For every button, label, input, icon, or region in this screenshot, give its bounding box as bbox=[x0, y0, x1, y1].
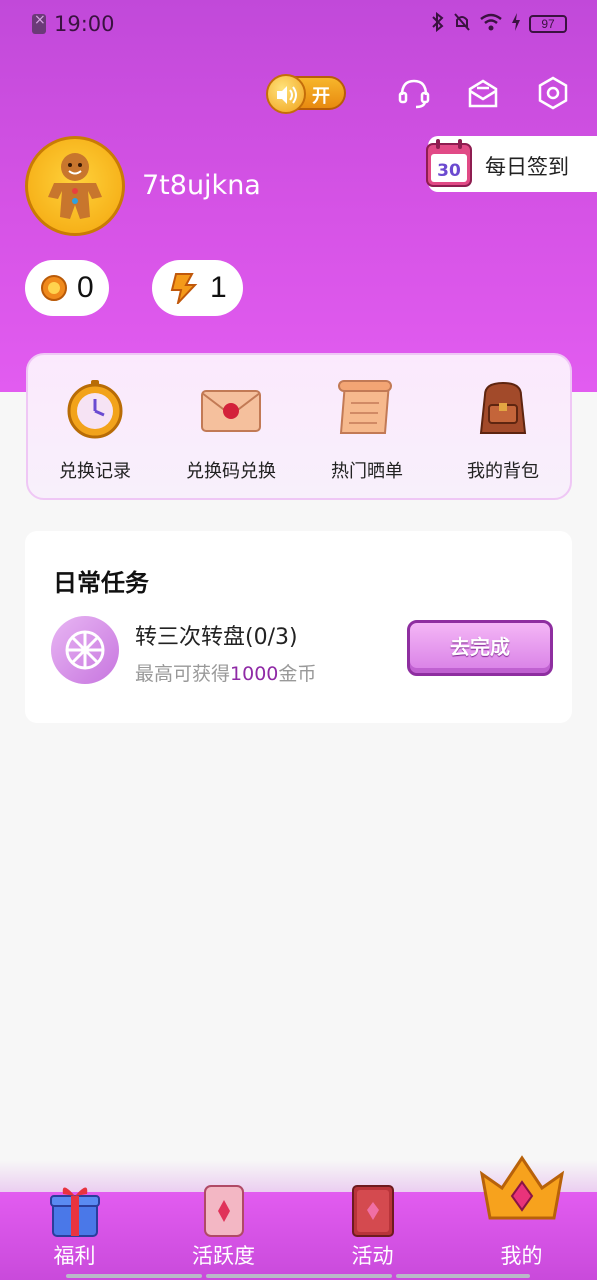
nav-label: 活动 bbox=[351, 1244, 394, 1268]
daily-signin-button[interactable]: 30 每日签到 bbox=[426, 136, 597, 192]
task-description: 最高可获得1000金币 bbox=[135, 659, 316, 686]
status-time: 19:00 bbox=[54, 12, 115, 36]
gift-icon bbox=[49, 1187, 100, 1237]
task-complete-button[interactable]: 去完成 bbox=[407, 620, 553, 676]
bluetooth-icon bbox=[431, 11, 445, 36]
sound-toggle[interactable]: 开 bbox=[266, 74, 346, 114]
nav-label: 福利 bbox=[53, 1244, 96, 1268]
settings-button[interactable] bbox=[535, 75, 571, 111]
task-desc-prefix: 最高可获得 bbox=[135, 663, 231, 685]
username: 7t8ujkna bbox=[142, 170, 261, 201]
task-name: 转三次转盘(0/3) bbox=[135, 625, 298, 650]
nav-indicator-segment bbox=[206, 1274, 392, 1278]
calendar-number: 30 bbox=[437, 161, 461, 181]
clock-icon bbox=[67, 380, 123, 439]
card-icon bbox=[203, 1185, 244, 1237]
wheel-icon bbox=[51, 616, 119, 684]
nav-item-activity-level[interactable]: 活跃度 bbox=[149, 1185, 298, 1280]
mute-icon bbox=[453, 12, 471, 36]
sound-toggle-label: 开 bbox=[312, 86, 330, 107]
coin-balance: 0 bbox=[77, 271, 94, 304]
quick-item-backpack[interactable]: 我的背包 bbox=[438, 377, 568, 483]
quick-item-label: 热门晒单 bbox=[331, 461, 403, 482]
quick-menu-card: 兑换记录 兑换码兑换 热门晒单 我的背包 bbox=[26, 353, 572, 500]
avatar[interactable] bbox=[25, 136, 125, 236]
battery-indicator: 97 bbox=[529, 15, 567, 33]
calendar-icon: 30 bbox=[426, 139, 472, 187]
daily-tasks-card: 日常任务 转三次转盘(0/3) 最高可获得1000金币 去完成 bbox=[25, 531, 572, 723]
scroll-icon bbox=[338, 380, 392, 434]
task-desc-suffix: 金币 bbox=[278, 663, 317, 685]
quick-item-hot-shares[interactable]: 热门晒单 bbox=[302, 377, 432, 483]
daily-tasks-title: 日常任务 bbox=[53, 569, 149, 597]
lightning-icon bbox=[170, 273, 198, 304]
gear-icon bbox=[538, 76, 568, 110]
status-right: 97 bbox=[431, 11, 567, 36]
book-icon bbox=[351, 1185, 394, 1237]
energy-balance: 1 bbox=[210, 271, 227, 304]
crown-icon bbox=[479, 1155, 564, 1220]
customer-service-button[interactable] bbox=[396, 75, 432, 111]
quick-item-label: 兑换码兑换 bbox=[186, 461, 276, 482]
quick-item-label: 我的背包 bbox=[467, 461, 539, 482]
charging-icon bbox=[511, 13, 521, 35]
nav-item-mine[interactable]: 我的 bbox=[447, 1155, 596, 1280]
task-reward-amount: 1000 bbox=[230, 663, 279, 685]
headset-icon bbox=[398, 79, 430, 109]
wifi-icon bbox=[479, 13, 503, 35]
daily-signin-label: 每日签到 bbox=[485, 155, 569, 179]
nav-label: 我的 bbox=[500, 1244, 543, 1268]
coin-balance-pill[interactable]: 0 bbox=[25, 260, 109, 316]
coin-icon bbox=[41, 275, 67, 301]
backpack-icon bbox=[479, 381, 527, 434]
nav-label: 活跃度 bbox=[192, 1244, 255, 1268]
status-left: 19:00 bbox=[32, 12, 115, 36]
mail-icon bbox=[468, 79, 498, 108]
energy-balance-pill[interactable]: 1 bbox=[152, 260, 243, 316]
quick-item-exchange-record[interactable]: 兑换记录 bbox=[30, 377, 160, 483]
no-sim-icon bbox=[32, 12, 46, 34]
messages-button[interactable] bbox=[465, 75, 501, 111]
status-bar: 19:00 97 bbox=[0, 0, 597, 48]
nav-indicator-segment bbox=[66, 1274, 202, 1278]
bottom-nav: 福利 活跃度 活动 我的 bbox=[0, 1155, 597, 1280]
quick-item-label: 兑换记录 bbox=[59, 461, 131, 482]
gingerbread-avatar-icon bbox=[48, 153, 102, 219]
nav-item-welfare[interactable]: 福利 bbox=[0, 1187, 149, 1280]
speaker-icon bbox=[266, 74, 306, 114]
nav-indicator-segment bbox=[396, 1274, 530, 1278]
nav-item-events[interactable]: 活动 bbox=[298, 1185, 447, 1280]
quick-item-redeem-code[interactable]: 兑换码兑换 bbox=[166, 377, 296, 483]
envelope-icon bbox=[201, 390, 261, 432]
